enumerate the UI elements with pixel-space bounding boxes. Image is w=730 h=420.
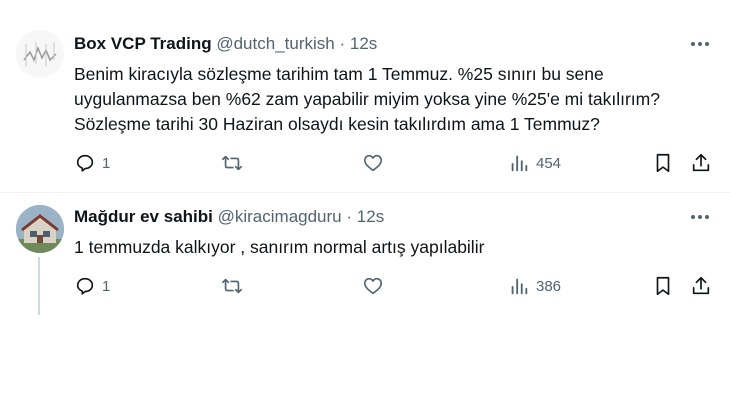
share-button[interactable]: [690, 151, 712, 175]
views-icon: [511, 155, 528, 172]
separator-dot: ·: [346, 207, 353, 226]
reply-count: 1: [102, 154, 111, 172]
share-icon: [692, 153, 710, 172]
tweet[interactable]: Mağdur ev sahibi @kiracimagduru · 12s 1 …: [0, 193, 730, 323]
bookmark-icon: [656, 153, 670, 173]
like-icon: [363, 277, 383, 295]
tweet-actions: 1 454: [74, 151, 714, 175]
share-icon: [692, 276, 710, 295]
share-button[interactable]: [690, 274, 712, 298]
user-handle[interactable]: @kiracimagduru: [218, 207, 342, 226]
views-icon: [511, 278, 528, 295]
retweet-icon: [222, 278, 242, 294]
views-button[interactable]: 454: [508, 151, 561, 175]
tweet-header: Box VCP Trading @dutch_turkish · 12s: [74, 34, 377, 54]
like-button[interactable]: [362, 151, 384, 175]
views-button[interactable]: 386: [508, 274, 561, 298]
like-button[interactable]: [362, 274, 384, 298]
tweet-text: 1 temmuzda kalkıyor , sanırım normal art…: [74, 237, 485, 257]
reply-icon: [76, 277, 94, 295]
more-icon[interactable]: [686, 34, 714, 54]
retweet-button[interactable]: [220, 274, 244, 298]
reply-button[interactable]: 1: [74, 151, 110, 175]
avatar[interactable]: [16, 30, 64, 78]
avatar[interactable]: [16, 205, 64, 253]
reply-count: 1: [102, 277, 111, 295]
separator-dot: ·: [339, 34, 346, 53]
tweet-actions: 1 386: [74, 274, 714, 298]
views-count: 454: [536, 154, 562, 172]
thread-line: [38, 257, 40, 315]
more-icon[interactable]: [686, 207, 714, 227]
tweet-text: Benim kiracıyla sözleşme tarihim tam 1 T…: [74, 64, 660, 134]
user-handle[interactable]: @dutch_turkish: [216, 34, 334, 53]
retweet-button[interactable]: [220, 151, 244, 175]
timestamp[interactable]: 12s: [350, 34, 377, 53]
reply-button[interactable]: 1: [74, 274, 110, 298]
reply-icon: [76, 154, 94, 172]
bookmark-button[interactable]: [652, 274, 674, 298]
tweet[interactable]: Box VCP Trading @dutch_turkish · 12s Ben…: [0, 0, 730, 195]
display-name[interactable]: Mağdur ev sahibi: [74, 207, 213, 226]
retweet-icon: [222, 155, 242, 171]
tweet-header: Mağdur ev sahibi @kiracimagduru · 12s: [74, 207, 384, 227]
like-icon: [363, 154, 383, 172]
bookmark-icon: [656, 276, 670, 296]
display-name[interactable]: Box VCP Trading: [74, 34, 212, 53]
views-count: 386: [536, 277, 562, 295]
timestamp[interactable]: 12s: [357, 207, 384, 226]
bookmark-button[interactable]: [652, 151, 674, 175]
